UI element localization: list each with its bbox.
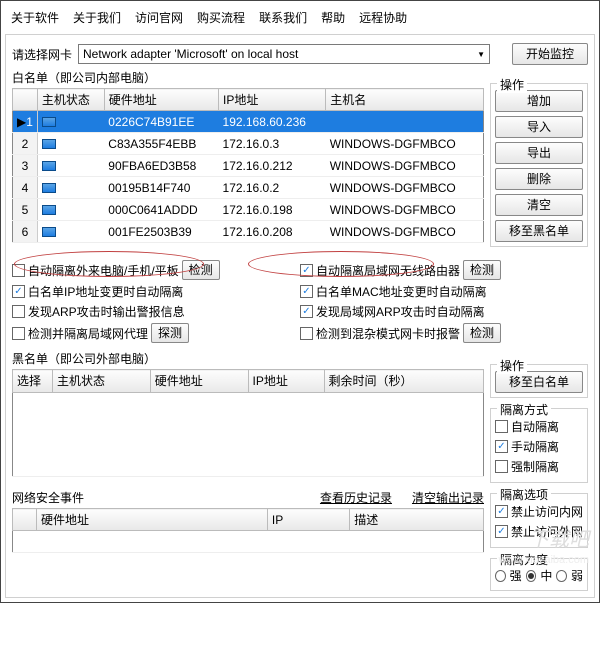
col-ip[interactable]: IP地址 <box>219 89 326 111</box>
radio-strong[interactable] <box>495 570 506 582</box>
blacklist-title: 黑名单（即公司外部电脑） <box>12 350 484 367</box>
lbl-iso-force: 强制隔离 <box>511 458 559 475</box>
delete-button[interactable]: 删除 <box>495 168 583 190</box>
host-icon <box>42 227 56 237</box>
chk-iso-manual[interactable] <box>495 440 508 453</box>
lbl-auto-ext: 自动隔离外来电脑/手机/平板 <box>28 262 179 279</box>
lbl-arpwarn: 发现ARP攻击时输出警报信息 <box>28 303 185 320</box>
import-button[interactable]: 导入 <box>495 116 583 138</box>
chk-arpwarn[interactable] <box>12 305 25 318</box>
chk-auto-ext[interactable] <box>12 264 25 277</box>
host-icon <box>42 117 56 127</box>
sec-col-desc[interactable]: 描述 <box>350 509 484 531</box>
clear-log-link[interactable]: 清空输出记录 <box>412 489 484 506</box>
col-hostname[interactable]: 主机名 <box>326 89 484 111</box>
history-link[interactable]: 查看历史记录 <box>320 489 392 506</box>
table-row[interactable]: 400195B14F740172.16.0.2WINDOWS-DGFMBCO <box>13 177 484 199</box>
bl-col-ip[interactable]: IP地址 <box>248 370 324 393</box>
adapter-select[interactable]: Network adapter 'Microsoft' on local hos… <box>78 44 490 64</box>
probe-button[interactable]: 探测 <box>151 323 189 343</box>
menu-contact[interactable]: 联系我们 <box>259 9 307 26</box>
menu-about-us[interactable]: 关于我们 <box>73 9 121 26</box>
host-icon <box>42 205 56 215</box>
chk-proxy[interactable] <box>12 327 25 340</box>
table-row[interactable]: 390FBA6ED3B58172.16.0.212WINDOWS-DGFMBCO <box>13 155 484 177</box>
menubar: 关于软件 关于我们 访问官网 购买流程 联系我们 帮助 远程协助 <box>5 5 595 34</box>
host-icon <box>42 183 56 193</box>
lbl-promisc: 检测到混杂模式网卡时报警 <box>316 325 460 342</box>
isoopt-title: 隔离选项 <box>497 486 551 503</box>
menu-website[interactable]: 访问官网 <box>135 9 183 26</box>
chk-noout[interactable] <box>495 525 508 538</box>
lbl-proxy: 检测并隔离局域网代理 <box>28 325 148 342</box>
chk-iso-force[interactable] <box>495 460 508 473</box>
table-row[interactable]: 2C83A355F4EBB172.16.0.3WINDOWS-DGFMBCO <box>13 133 484 155</box>
table-row[interactable]: ▶10226C74B91EE192.168.60.236 <box>13 111 484 133</box>
col-mac[interactable]: 硬件地址 <box>104 89 218 111</box>
detect-button-2[interactable]: 检测 <box>463 260 501 280</box>
chk-arpauto[interactable] <box>300 305 313 318</box>
sec-col-ip[interactable]: IP <box>267 509 349 531</box>
lbl-arpauto: 发现局域网ARP攻击时自动隔离 <box>316 303 485 320</box>
isomode-title: 隔离方式 <box>497 401 551 418</box>
lbl-noin: 禁止访问内网 <box>511 503 583 520</box>
chk-iso-auto[interactable] <box>495 420 508 433</box>
host-icon <box>42 139 56 149</box>
menu-remote[interactable]: 远程协助 <box>359 9 407 26</box>
adapter-value: Network adapter 'Microsoft' on local hos… <box>83 47 298 61</box>
bl-col-time[interactable]: 剩余时间（秒） <box>324 370 483 393</box>
chk-noin[interactable] <box>495 505 508 518</box>
lbl-iso-manual: 手动隔离 <box>511 438 559 455</box>
ops2-title: 操作 <box>497 357 527 374</box>
lbl-noout: 禁止访问外网 <box>511 523 583 540</box>
bl-col-sel[interactable]: 选择 <box>13 370 53 393</box>
security-table: 硬件地址 IP 描述 <box>12 508 484 553</box>
move-blacklist-button[interactable]: 移至黑名单 <box>495 220 583 242</box>
whitelist-table: 主机状态 硬件地址 IP地址 主机名 ▶10226C74B91EE192.168… <box>12 88 484 243</box>
menu-purchase[interactable]: 购买流程 <box>197 9 245 26</box>
chk-macchange[interactable] <box>300 285 313 298</box>
col-hoststatus[interactable]: 主机状态 <box>37 89 104 111</box>
lbl-auto-router: 自动隔离局域网无线路由器 <box>316 262 460 279</box>
radio-mid[interactable] <box>526 570 537 582</box>
export-button[interactable]: 导出 <box>495 142 583 164</box>
clear-button[interactable]: 清空 <box>495 194 583 216</box>
move-whitelist-button[interactable]: 移至白名单 <box>495 371 583 393</box>
ops-title: 操作 <box>497 76 527 93</box>
chk-ipchange[interactable] <box>12 285 25 298</box>
bl-col-mac[interactable]: 硬件地址 <box>150 370 248 393</box>
chk-promisc[interactable] <box>300 327 313 340</box>
blacklist-table: 选择 主机状态 硬件地址 IP地址 剩余时间（秒） <box>12 369 484 477</box>
detect-button-1[interactable]: 检测 <box>182 260 220 280</box>
security-title: 网络安全事件 <box>12 489 84 506</box>
whitelist-title: 白名单（即公司内部电脑） <box>12 69 484 86</box>
add-button[interactable]: 增加 <box>495 90 583 112</box>
sec-col-mac[interactable]: 硬件地址 <box>37 509 268 531</box>
lbl-iso-auto: 自动隔离 <box>511 418 559 435</box>
lbl-ipchange: 白名单IP地址变更时自动隔离 <box>28 283 183 300</box>
table-row[interactable]: 5000C0641ADDD172.16.0.198WINDOWS-DGFMBCO <box>13 199 484 221</box>
host-icon <box>42 161 56 171</box>
adapter-label: 请选择网卡 <box>12 46 72 63</box>
lbl-macchange: 白名单MAC地址变更时自动隔离 <box>316 283 487 300</box>
dropdown-icon: ▼ <box>477 50 485 59</box>
detect-button-3[interactable]: 检测 <box>463 323 501 343</box>
menu-about-soft[interactable]: 关于软件 <box>11 9 59 26</box>
menu-help[interactable]: 帮助 <box>321 9 345 26</box>
start-monitor-button[interactable]: 开始监控 <box>512 43 588 65</box>
table-row[interactable]: 6001FE2503B39172.16.0.208WINDOWS-DGFMBCO <box>13 221 484 243</box>
isopower-title: 隔离力度 <box>497 551 551 568</box>
bl-col-status[interactable]: 主机状态 <box>53 370 151 393</box>
radio-weak[interactable] <box>556 570 567 582</box>
chk-auto-router[interactable] <box>300 264 313 277</box>
